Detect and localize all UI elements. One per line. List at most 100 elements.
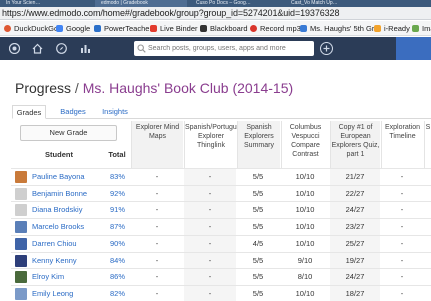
grade-cell[interactable]: 5/5 (243, 289, 273, 298)
grade-cell[interactable]: 10/10 (290, 189, 320, 198)
grade-cell[interactable]: 5/5 (243, 189, 273, 198)
bars-icon[interactable] (80, 43, 91, 54)
grade-cell[interactable]: 5/5 (243, 222, 273, 231)
grade-cell[interactable]: - (195, 239, 225, 248)
student-total[interactable]: 87% (110, 222, 125, 231)
column-header-truncated[interactable]: S (424, 121, 431, 168)
bookmark-record-mp3[interactable]: Record mp3 (250, 23, 301, 34)
student-name-link[interactable]: Marcelo Brooks (32, 222, 84, 231)
grade-cell[interactable]: 10/10 (290, 222, 320, 231)
bookmark-i-ready[interactable]: i-Ready (374, 23, 410, 34)
search-input[interactable] (148, 42, 308, 55)
grade-cell[interactable]: - (142, 172, 172, 181)
grade-cell[interactable]: - (387, 189, 417, 198)
avatar[interactable] (15, 271, 27, 284)
avatar[interactable] (15, 204, 27, 217)
student-name-link[interactable]: Benjamin Bonne (32, 189, 87, 198)
grade-cell[interactable]: - (142, 239, 172, 248)
grade-cell[interactable]: 22/27 (340, 189, 370, 198)
tab-insights[interactable]: Insights (98, 105, 132, 119)
grade-cell[interactable]: 10/10 (290, 172, 320, 181)
header-right-button[interactable] (396, 37, 431, 60)
grade-cell[interactable]: 23/27 (340, 222, 370, 231)
student-name-link[interactable]: Diana Brodskiy (32, 205, 82, 214)
grade-cell[interactable]: 10/10 (290, 205, 320, 214)
avatar[interactable] (15, 171, 27, 183)
grade-cell[interactable]: 24/27 (340, 272, 370, 281)
grade-cell[interactable]: 8/10 (290, 272, 320, 281)
student-name-link[interactable]: Darren Chiou (32, 239, 77, 248)
grade-cell[interactable]: - (142, 222, 172, 231)
bookmark-duckduckgo[interactable]: DuckDuckGo (4, 23, 58, 34)
address-bar[interactable]: https://www.edmodo.com/home#/gradebook/g… (0, 7, 431, 20)
search-box[interactable] (134, 41, 314, 56)
avatar[interactable] (15, 237, 27, 250)
column-header-explorers-quiz[interactable]: Copy #1 of European Explorers Quiz, part… (330, 121, 380, 168)
bookmark-google[interactable]: Google (56, 23, 90, 34)
column-header-compare-contrast[interactable]: Columbus Vespucci Compare Contrast (281, 121, 329, 168)
grade-cell[interactable]: 19/27 (340, 256, 370, 265)
tab-grades[interactable]: Grades (12, 105, 46, 119)
column-header-timeline[interactable]: Exploration Timeline (381, 121, 423, 168)
student-total[interactable]: 92% (110, 189, 125, 198)
grade-cell[interactable]: - (142, 189, 172, 198)
student-name-link[interactable]: Kenny Kenny (32, 256, 77, 265)
grade-cell[interactable]: 10/10 (290, 289, 320, 298)
group-name-link[interactable]: Ms. Haughs' Book Club (2014-15) (83, 80, 293, 96)
avatar[interactable] (15, 187, 27, 200)
grade-cell[interactable]: 4/5 (243, 239, 273, 248)
grade-cell[interactable]: - (142, 272, 172, 281)
grade-cell[interactable]: - (387, 272, 417, 281)
url-text[interactable]: https://www.edmodo.com/home#/gradebook/g… (2, 8, 339, 18)
student-total[interactable]: 86% (110, 272, 125, 281)
tab-badges[interactable]: Badges (56, 105, 90, 119)
grade-cell[interactable]: - (142, 289, 172, 298)
grade-cell[interactable]: - (387, 256, 417, 265)
column-header-mind-maps[interactable]: Explorer Mind Maps (131, 121, 183, 168)
grade-cell[interactable]: - (142, 256, 172, 265)
avatar[interactable] (15, 254, 27, 267)
grade-cell[interactable]: 21/27 (340, 172, 370, 181)
grade-cell[interactable]: - (142, 205, 172, 214)
browser-tab[interactable]: In Your Scien… (0, 0, 92, 7)
grade-cell[interactable]: - (387, 289, 417, 298)
grade-cell[interactable]: 5/5 (243, 205, 273, 214)
bookmark-ima[interactable]: Ima… (412, 23, 431, 34)
grade-cell[interactable]: 18/27 (340, 289, 370, 298)
bookmark-ms-haughs[interactable]: Ms. Haughs' 5th Gr… (300, 23, 382, 34)
grade-cell[interactable]: - (387, 172, 417, 181)
browser-tab[interactable]: Cuso Po Docs – Goog… (190, 0, 282, 7)
bookmark-blackboard[interactable]: Blackboard (200, 23, 248, 34)
grade-cell[interactable]: - (195, 222, 225, 231)
avatar[interactable] (15, 287, 27, 300)
grade-cell[interactable]: - (195, 172, 225, 181)
grade-cell[interactable]: 5/5 (243, 172, 273, 181)
student-total[interactable]: 83% (110, 172, 125, 181)
grade-cell[interactable]: - (195, 256, 225, 265)
student-total[interactable]: 84% (110, 256, 125, 265)
bookmark-powerteacher[interactable]: PowerTeacher (94, 23, 152, 34)
grade-cell[interactable]: 25/27 (340, 239, 370, 248)
plus-icon[interactable] (320, 42, 333, 55)
browser-tab-active[interactable]: edmodo | Gradebook (95, 0, 187, 7)
grade-cell[interactable]: - (387, 239, 417, 248)
column-header-explorers-summary[interactable]: Spanish Explorers Summary (237, 121, 280, 168)
grade-cell[interactable]: 24/27 (340, 205, 370, 214)
student-total[interactable]: 91% (110, 205, 125, 214)
grade-cell[interactable]: - (195, 272, 225, 281)
grade-cell[interactable]: 9/10 (290, 256, 320, 265)
grade-cell[interactable]: - (195, 189, 225, 198)
student-name-link[interactable]: Elroy Kim (32, 272, 64, 281)
student-total[interactable]: 90% (110, 239, 125, 248)
compass-icon[interactable] (56, 43, 67, 54)
grade-cell[interactable]: 5/5 (243, 272, 273, 281)
student-name-link[interactable]: Emily Leong (32, 289, 73, 298)
browser-tab[interactable]: Cast_Vo Match Up… (285, 0, 377, 7)
avatar[interactable] (15, 221, 27, 234)
column-header-thinglink[interactable]: Spanish/Portuguese Explorer Thinglink (184, 121, 248, 168)
bookmark-live-binder[interactable]: Live Binder (150, 23, 198, 34)
grade-cell[interactable]: 5/5 (243, 256, 273, 265)
home-icon[interactable] (32, 43, 43, 54)
new-grade-button[interactable]: New Grade (20, 125, 117, 141)
student-name-link[interactable]: Pauline Bayona (32, 172, 85, 181)
